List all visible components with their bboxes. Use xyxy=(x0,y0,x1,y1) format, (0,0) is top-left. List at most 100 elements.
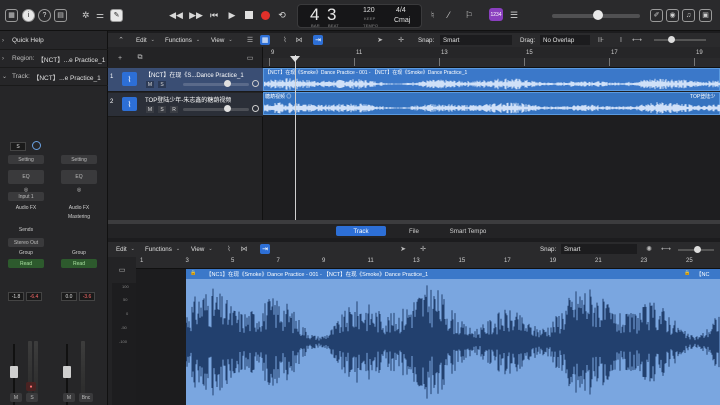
cycle-icon[interactable]: ⟲ xyxy=(276,9,288,21)
solo-button[interactable]: S xyxy=(158,81,166,88)
strip2-fx-label[interactable]: Audio FX xyxy=(57,205,101,211)
notepad-icon[interactable]: ✐ xyxy=(650,8,663,22)
strip1-mute-button[interactable]: M xyxy=(10,393,22,402)
playhead[interactable] xyxy=(295,55,296,220)
pan-knob[interactable] xyxy=(32,141,41,150)
automation-icon[interactable]: ⌇ xyxy=(280,35,290,45)
waveform-zoom-icon[interactable]: ⊪ xyxy=(596,35,606,45)
rewind-icon[interactable]: ◀◀ xyxy=(169,9,183,21)
list-editors-icon[interactable]: ☰ xyxy=(510,8,518,22)
tuner-icon[interactable]: ♮ xyxy=(431,8,434,22)
library-icon[interactable]: ▦ xyxy=(5,8,18,22)
strip2-automation-button[interactable]: Read xyxy=(61,259,97,268)
waveform-zoom-icon[interactable]: ✺ xyxy=(644,244,654,254)
zoom-icon[interactable]: ⟷ xyxy=(661,244,671,254)
track-header-1[interactable]: 1 ⌇ 【NCT】在现《S...Dance Practice_1 M S xyxy=(108,68,263,92)
play-icon[interactable]: ▶ xyxy=(226,9,238,21)
editors-icon[interactable]: ✎ xyxy=(110,8,123,22)
strip1-sends-label[interactable]: Sends xyxy=(4,227,48,233)
editor-waveform-area[interactable] xyxy=(185,279,720,405)
list-view-icon[interactable]: ☰ xyxy=(245,35,255,45)
lcd-display[interactable]: 4 3 BAR BEAT 120 KEEP TEMPO 4/4 Cmaj xyxy=(297,4,422,28)
strip2-mute-button[interactable]: M xyxy=(63,393,75,402)
catch-icon[interactable]: ⇥ xyxy=(260,244,270,254)
region-row[interactable]: › Region: 【NCT】...e Practice_1 xyxy=(0,50,108,68)
metronome-icon[interactable]: ⚐ xyxy=(465,8,473,22)
help-icon[interactable]: ? xyxy=(38,8,51,22)
cycle-area[interactable] xyxy=(263,47,720,58)
flex-icon[interactable]: ⋈ xyxy=(294,35,304,45)
tab-smart-tempo[interactable]: Smart Tempo xyxy=(442,226,494,236)
chevron-up-icon[interactable]: ⌃ xyxy=(116,35,126,45)
user-badge[interactable]: 1234 xyxy=(489,8,503,21)
duplicate-track-icon[interactable]: ⧉ xyxy=(135,53,145,63)
record-icon[interactable] xyxy=(259,9,271,21)
vertical-zoom-icon[interactable]: I xyxy=(616,35,626,45)
track-row[interactable]: ⌄ Track: 【NCT】...e Practice_1 xyxy=(0,68,108,86)
track-header-2[interactable]: 2 ⌇ TOP登陆少年-朱志鑫的糖葫视频 M S R xyxy=(108,93,263,117)
strip1-solo-button[interactable]: S xyxy=(26,393,38,402)
zoom-slider[interactable] xyxy=(654,39,706,41)
tracks-ruler[interactable]: 9 11 13 15 17 19 xyxy=(263,47,720,68)
info-icon[interactable]: i xyxy=(22,8,35,22)
strip1-output-button[interactable]: Stereo Out xyxy=(8,238,44,247)
solo-button[interactable]: S xyxy=(158,106,166,113)
tracks-area[interactable]: 【NCT】在现《Smoke》Dance Practice - 001 - 【NC… xyxy=(263,68,720,220)
drag-select[interactable]: No Overlap xyxy=(540,35,590,45)
strip2-setting-button[interactable]: Setting xyxy=(61,155,97,164)
editor-edit-menu[interactable]: Edit ⌄ xyxy=(116,244,135,254)
strip1-group-label[interactable]: Group xyxy=(4,250,48,256)
mixer-icon[interactable]: ⚌ xyxy=(96,8,104,22)
strip1-record-icon[interactable]: ● xyxy=(26,382,36,391)
quick-help-row[interactable]: › Quick Help xyxy=(0,32,108,50)
editor-zoom-knob[interactable] xyxy=(694,246,701,253)
strip1-input-button[interactable]: Input 1 xyxy=(8,192,44,201)
tracks-edit-menu[interactable]: Edit ⌄ xyxy=(136,35,155,45)
editor-view-menu[interactable]: View ⌄ xyxy=(191,244,213,254)
track-name[interactable]: TOP登陆少年-朱志鑫的糖葫视频 xyxy=(145,95,231,104)
toolbar-icon[interactable]: ▤ xyxy=(54,8,67,22)
tracks-functions-menu[interactable]: Functions ⌄ xyxy=(165,35,200,45)
strip2-group-label[interactable]: Group xyxy=(57,250,101,256)
crosshair-tool-icon[interactable]: ✛ xyxy=(418,244,428,254)
track-volume-knob[interactable] xyxy=(224,105,231,112)
catch-icon[interactable]: ⇥ xyxy=(313,35,323,45)
tab-track[interactable]: Track xyxy=(336,226,386,236)
tracks-view-menu[interactable]: View ⌄ xyxy=(211,35,233,45)
link-icon[interactable]: ◎ xyxy=(57,187,101,193)
forward-icon[interactable]: ▶▶ xyxy=(189,9,203,21)
editor-ruler[interactable]: 1 3 5 7 9 11 13 15 17 19 21 23 25 xyxy=(136,257,720,269)
editor-region-header[interactable]: 🔒 【NC1】在现《Smoke》Dance Practice - 001 - 【… xyxy=(186,269,720,279)
editor-functions-menu[interactable]: Functions ⌄ xyxy=(145,244,180,254)
mute-button[interactable]: M xyxy=(146,106,154,113)
track-volume-knob[interactable] xyxy=(224,80,231,87)
zoom-slider-knob[interactable] xyxy=(668,36,675,43)
strip1-automation-button[interactable]: Read xyxy=(8,259,44,268)
pointer-tool-icon[interactable]: ➤ xyxy=(375,35,385,45)
pointer-tool-icon[interactable]: ➤ xyxy=(398,244,408,254)
global-tracks-icon[interactable]: ▭ xyxy=(245,53,255,63)
strip1-eq-button[interactable]: EQ xyxy=(8,170,44,184)
pan-knob[interactable] xyxy=(252,80,259,87)
pan-knob[interactable] xyxy=(252,105,259,112)
strip2-eq-button[interactable]: EQ xyxy=(61,170,97,184)
track-name[interactable]: 【NCT】在现《S...Dance Practice_1 xyxy=(145,70,244,79)
media-icon[interactable]: ♫ xyxy=(682,8,695,22)
browser-icon[interactable]: ▣ xyxy=(699,8,712,22)
automation-icon[interactable]: ⌇ xyxy=(224,244,234,254)
audio-region-1[interactable]: 【NCT】在现《Smoke》Dance Practice - 001 - 【NC… xyxy=(263,68,720,91)
editor-snap-select[interactable]: Smart xyxy=(561,244,637,254)
mute-button[interactable]: M xyxy=(146,81,154,88)
go-to-start-icon[interactable]: ⏮ xyxy=(208,9,220,21)
crosshair-tool-icon[interactable]: ✛ xyxy=(396,35,406,45)
editor-empty-area[interactable] xyxy=(136,269,186,405)
audio-region-2[interactable]: 糖葫视频 ◎ TOP登陆少 xyxy=(263,92,720,115)
master-volume-knob[interactable] xyxy=(593,10,603,20)
playhead-marker-icon[interactable] xyxy=(290,56,300,62)
editor-region-icon[interactable]: ▭ xyxy=(117,265,127,275)
flex-icon[interactable]: ⋈ xyxy=(239,244,249,254)
add-track-icon[interactable]: + xyxy=(115,53,125,63)
count-in-icon[interactable]: ⁄ xyxy=(448,8,450,22)
settings-icon[interactable]: ✲ xyxy=(82,8,90,22)
stop-icon[interactable] xyxy=(243,9,255,21)
